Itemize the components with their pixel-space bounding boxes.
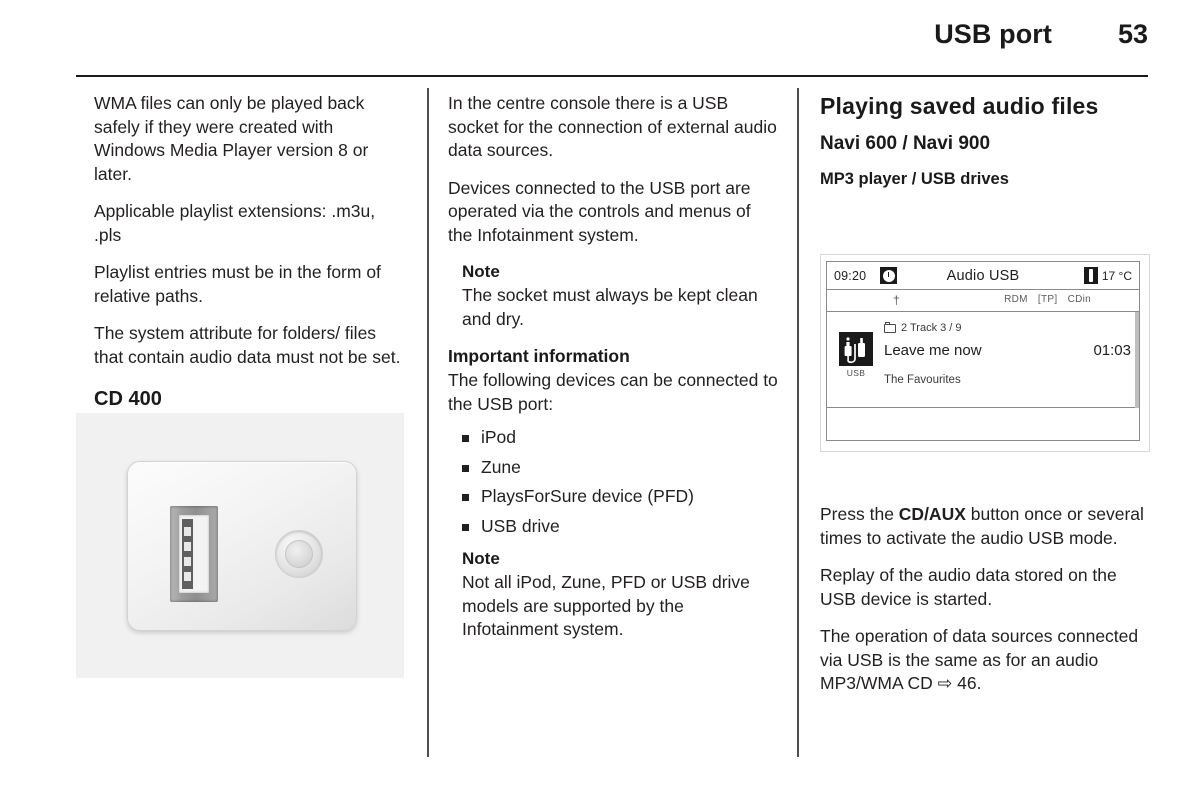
paragraph: Devices connected to the USB port are op… — [448, 177, 751, 245]
note-block: Note The socket must always be kept clea… — [448, 261, 778, 331]
note-block: Note Not all iPod, Zune, PFD or USB driv… — [448, 548, 778, 642]
paragraph: Playlist entries must be in the form of … — [94, 262, 381, 306]
status-flag-cdin: CDin — [1067, 294, 1091, 305]
paragraph: Replay of the audio data stored on the U… — [820, 565, 1117, 609]
manual-page: USB port 53 WMA files can only be played… — [0, 0, 1200, 802]
heading-mp3-usb: MP3 player / USB drives — [820, 170, 1009, 188]
list-item: PlaysForSure device (PFD) — [462, 485, 778, 509]
right-column: Playing saved audio files Navi 600 / Nav… — [820, 92, 1150, 203]
status-flag-tp: [TP] — [1037, 294, 1058, 305]
cross-reference[interactable]: ⇨ 46. — [938, 673, 982, 693]
heading-navi: Navi 600 / Navi 900 — [820, 133, 991, 154]
right-column-body: Press the CD/AUX button once or several … — [820, 503, 1152, 696]
display-temperature-group: 17 °C — [1083, 267, 1132, 284]
usb-port-photo — [76, 413, 404, 678]
usb-socket-tongue — [182, 519, 193, 589]
display-time: 09:20 — [834, 268, 867, 283]
aux-jack-hole — [285, 540, 313, 568]
paragraph: Press the CD/AUX button once or several … — [820, 503, 1152, 550]
device-list: iPod Zune PlaysForSure device (PFD) USB … — [448, 426, 778, 538]
important-information-block: Important information The following devi… — [448, 345, 778, 416]
display-album-name: The Favourites — [884, 374, 961, 386]
status-flag-rdm: RDM — [1004, 294, 1028, 305]
display-elapsed-time: 01:03 — [1093, 342, 1131, 359]
important-information-body: The following devices can be connected t… — [448, 370, 778, 414]
display-now-playing: USB 2 Track 3 / 9 Leave me now 01:03 The… — [827, 312, 1139, 408]
display-folder-line: 2 Track 3 / 9 — [884, 321, 962, 334]
usb-socket — [170, 506, 218, 602]
display-info-bar: † RDM [TP] CDin — [827, 290, 1139, 312]
display-folder-track-text: 2 Track 3 / 9 — [901, 322, 962, 334]
page-number: 53 — [1117, 19, 1148, 49]
display-status-flags: RDM [TP] CDin — [997, 294, 1091, 305]
bluetooth-icon: † — [893, 293, 900, 307]
paragraph: The operation of data sources connected … — [820, 625, 1152, 696]
list-item: iPod — [462, 426, 778, 450]
screen-frame: 09:20 Audio USB 17 °C † RDM [TP] CDin US… — [820, 254, 1150, 452]
heading-playing-saved-audio-files: Playing saved audio files — [820, 93, 1099, 119]
thermometer-icon — [1083, 267, 1098, 284]
usb-port-plate — [127, 461, 357, 631]
display-footer-bar — [827, 408, 1139, 439]
page-title: USB port — [934, 19, 1052, 49]
column-divider-right — [797, 88, 799, 757]
clock-icon — [880, 267, 897, 284]
middle-column: In the centre console there is a USB soc… — [448, 92, 778, 656]
note-title: Note — [462, 549, 500, 568]
display-scrollbar[interactable] — [1135, 312, 1139, 408]
cd-aux-button-label: CD/AUX — [898, 504, 966, 524]
display-source-label: USB — [846, 368, 866, 378]
paragraph: In the centre console there is a USB soc… — [448, 93, 777, 160]
note-body: The socket must always be kept clean and… — [462, 285, 758, 329]
left-column: WMA files can only be played back safely… — [94, 92, 406, 424]
important-information-title: Important information — [448, 346, 630, 366]
aux-jack-socket — [275, 530, 323, 578]
header-divider — [76, 75, 1148, 77]
column-divider-left — [427, 88, 429, 757]
list-item: USB drive — [462, 515, 778, 539]
usb-plug-icon — [839, 332, 873, 366]
display-track-title: Leave me now — [884, 342, 982, 359]
folder-icon — [884, 321, 896, 333]
paragraph: The system attribute for folders/ files … — [94, 323, 401, 367]
paragraph: Applicable playlist extensions: .m3u, .p… — [94, 201, 376, 245]
display-status-bar: 09:20 Audio USB 17 °C — [827, 262, 1139, 290]
list-item: Zune — [462, 456, 778, 480]
paragraph: WMA files can only be played back safely… — [94, 93, 369, 184]
display-temperature: 17 °C — [1101, 268, 1132, 283]
paragraph-text-pre: Press the — [820, 504, 899, 524]
usb-socket-cavity — [179, 515, 209, 593]
heading-cd400: CD 400 — [94, 388, 162, 410]
note-title: Note — [462, 262, 500, 281]
note-body: Not all iPod, Zune, PFD or USB drive mod… — [462, 572, 750, 639]
infotainment-screen-figure: 09:20 Audio USB 17 °C † RDM [TP] CDin US… — [820, 254, 1150, 452]
page-header: USB port 53 — [76, 18, 1148, 62]
infotainment-display: 09:20 Audio USB 17 °C † RDM [TP] CDin US… — [826, 261, 1140, 441]
